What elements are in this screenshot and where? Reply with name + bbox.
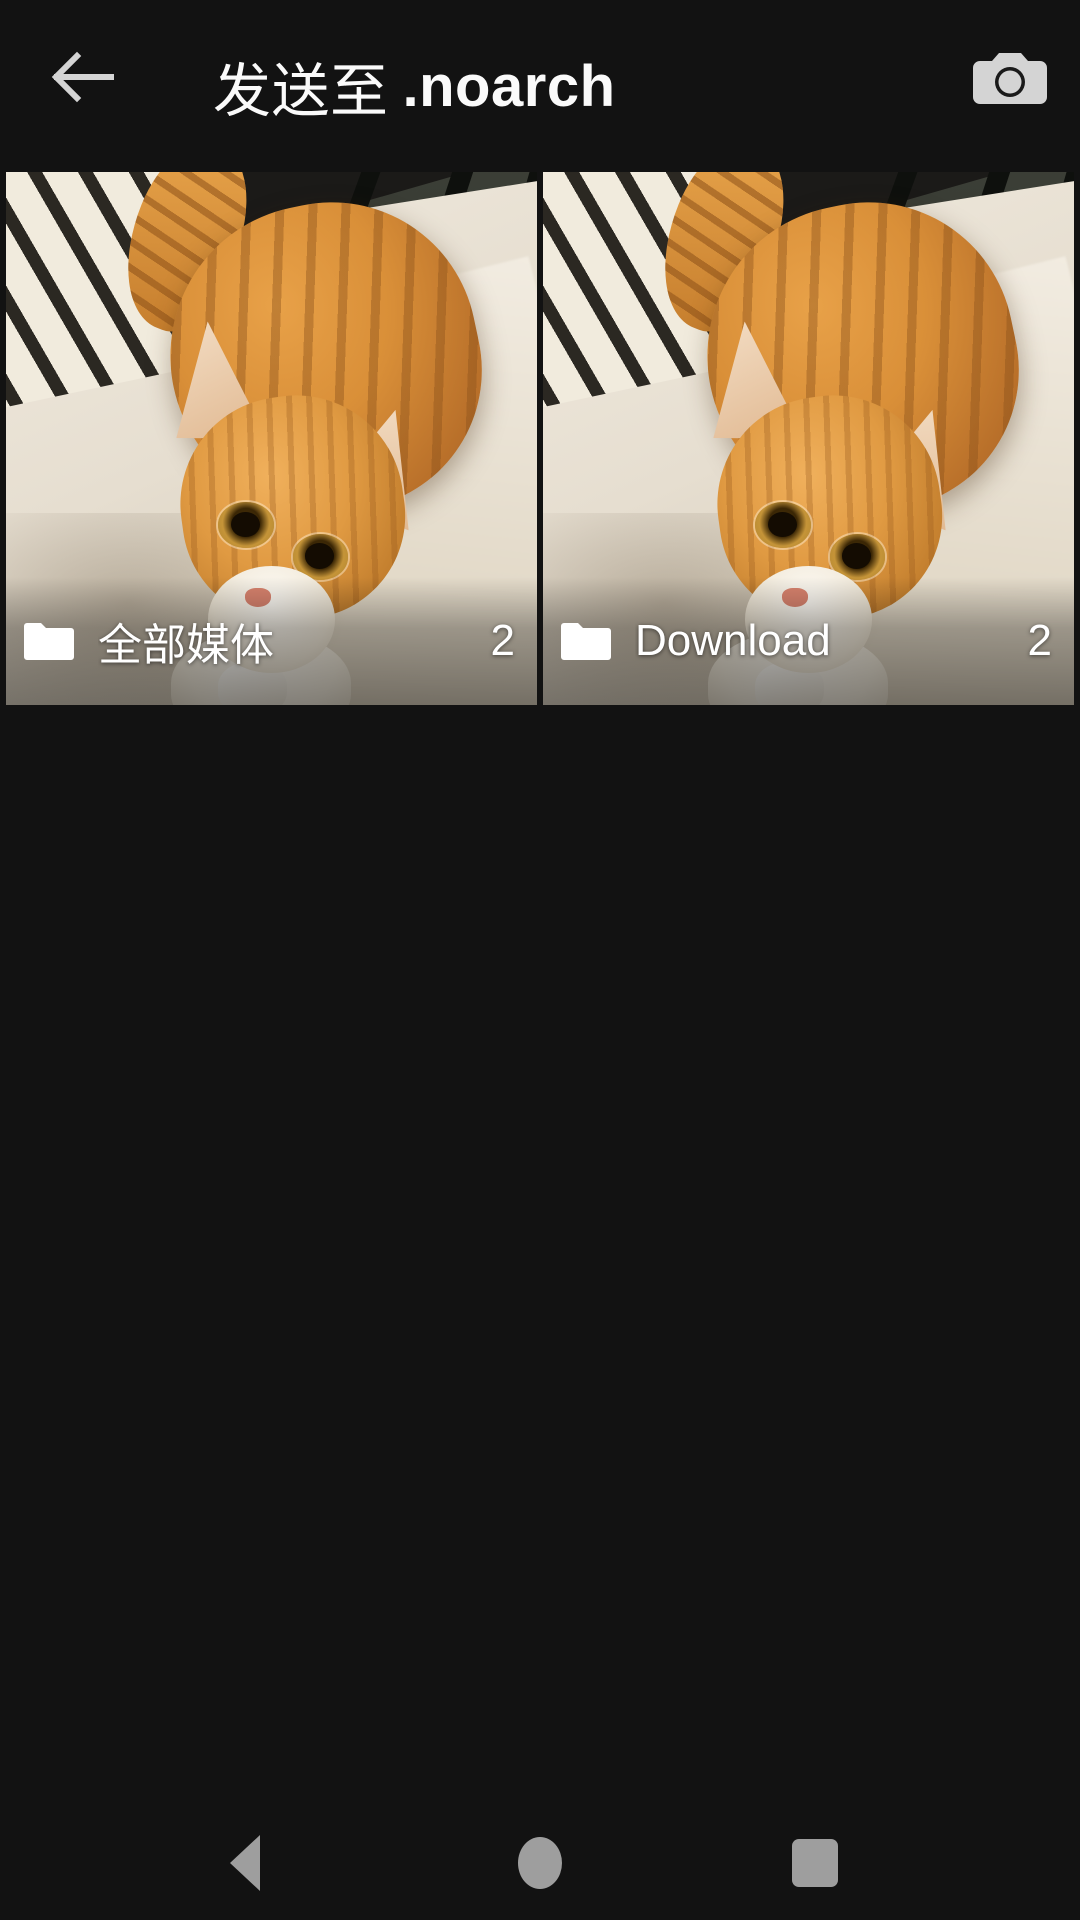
- album-count: 2: [1027, 616, 1052, 665]
- folder-icon: [561, 621, 611, 661]
- album-count: 2: [490, 616, 515, 665]
- system-navigation-bar: [0, 1816, 1080, 1920]
- page-title-prefix: 发送至: [213, 59, 389, 124]
- nav-recents-button[interactable]: [755, 1816, 875, 1920]
- nav-back-button[interactable]: [185, 1816, 305, 1920]
- page-title-name: .noarch: [402, 53, 616, 119]
- arrow-left-icon: [49, 50, 115, 104]
- app-bar: 发送至 .noarch: [0, 0, 1080, 172]
- camera-button[interactable]: [964, 38, 1056, 124]
- album-tile[interactable]: Download 2: [543, 172, 1074, 705]
- page-title: 发送至 .noarch: [213, 0, 616, 172]
- app-screen: 发送至 .noarch 全部媒体 2 Download 2: [0, 0, 1080, 1920]
- album-grid: 全部媒体 2 Download 2: [6, 172, 1074, 705]
- album-name: Download: [635, 616, 831, 665]
- recents-square-icon: [792, 1839, 838, 1887]
- album-caption: 全部媒体 2: [6, 577, 537, 705]
- folder-icon: [24, 621, 74, 661]
- back-triangle-icon: [230, 1835, 260, 1891]
- album-name: 全部媒体: [98, 621, 274, 670]
- nav-home-button[interactable]: [480, 1816, 600, 1920]
- album-caption: Download 2: [543, 577, 1074, 705]
- camera-icon: [973, 47, 1047, 116]
- home-circle-icon: [518, 1837, 562, 1889]
- back-button[interactable]: [36, 42, 128, 112]
- album-tile[interactable]: 全部媒体 2: [6, 172, 537, 705]
